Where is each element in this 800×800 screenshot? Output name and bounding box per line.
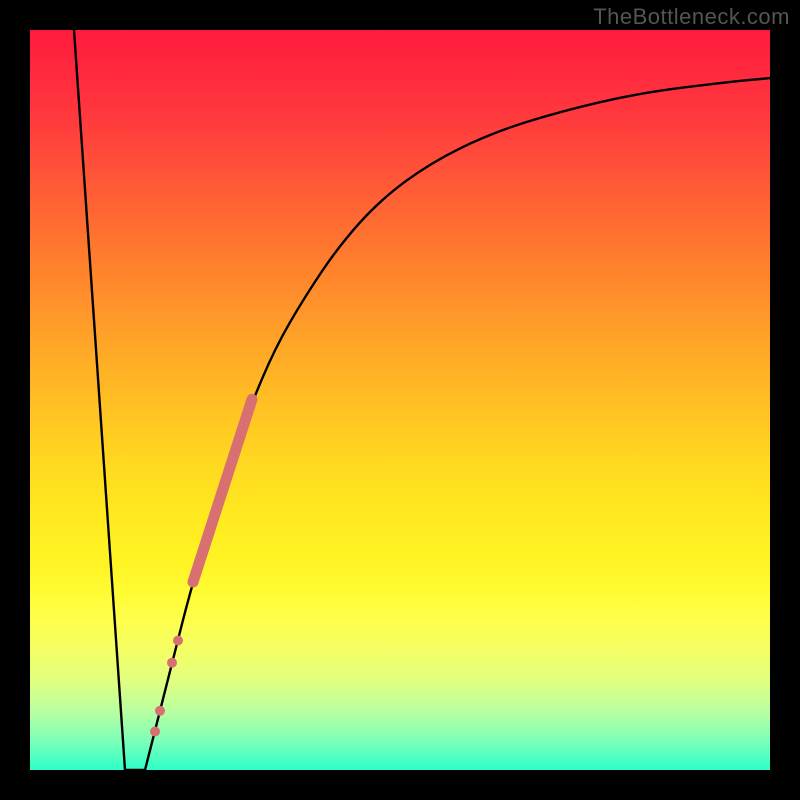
marker-dot xyxy=(155,706,165,716)
chart-svg xyxy=(30,30,770,770)
marker-cluster-segment xyxy=(193,399,252,582)
marker-dot xyxy=(150,727,160,737)
plot-area xyxy=(30,30,770,770)
bottleneck-curve xyxy=(74,30,770,770)
watermark-text: TheBottleneck.com xyxy=(593,4,790,30)
chart-frame: TheBottleneck.com xyxy=(0,0,800,800)
marker-dot xyxy=(167,658,177,668)
marker-dot xyxy=(173,636,183,646)
